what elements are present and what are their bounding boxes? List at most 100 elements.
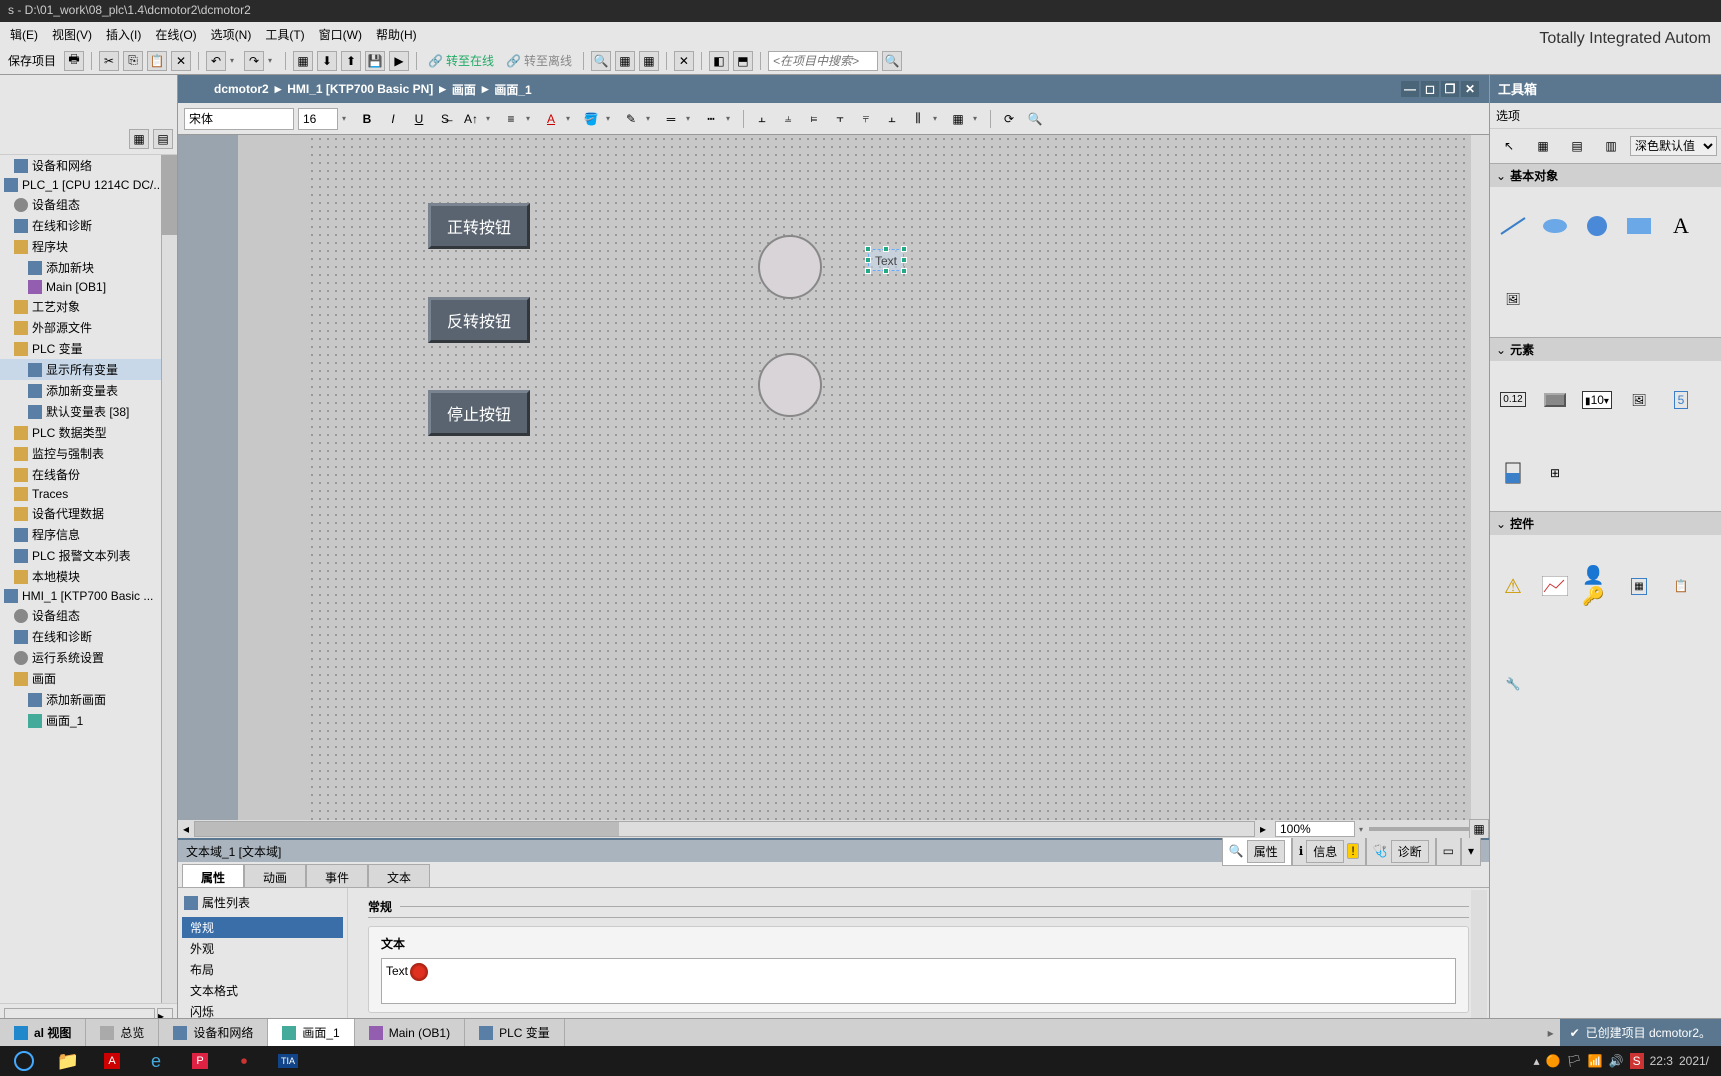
zoom-icon[interactable]: 🔍	[1024, 108, 1046, 130]
recipe-view-tool-icon[interactable]: 📋	[1666, 573, 1696, 599]
tree-online-diag[interactable]: 在线和诊断	[0, 215, 177, 236]
cross-ref-icon[interactable]: ▦	[639, 51, 659, 71]
upload-icon[interactable]: ⬆	[341, 51, 361, 71]
cat-textformat[interactable]: 文本格式	[182, 980, 343, 1001]
portal-view-tab[interactable]: al 视图	[0, 1019, 86, 1046]
breadcrumb-screens[interactable]: 画面	[452, 81, 476, 98]
pointer-tool-icon[interactable]: ↖	[1494, 133, 1524, 159]
cat-layout[interactable]: 布局	[182, 959, 343, 980]
hmi-reverse-button[interactable]: 反转按钮	[428, 297, 530, 343]
tree-add-screen[interactable]: 添加新画面	[0, 689, 177, 710]
screen1-tab[interactable]: 画面_1	[268, 1019, 354, 1046]
scroll-left-icon[interactable]: ◂	[178, 822, 194, 836]
cut-icon[interactable]: ✂	[99, 51, 119, 71]
tree-add-block[interactable]: 添加新块	[0, 257, 177, 278]
section-elements[interactable]: ⌄元素	[1490, 338, 1721, 361]
scroll-right-icon[interactable]: ▸	[1255, 822, 1271, 836]
menu-view[interactable]: 视图(V)	[46, 23, 98, 46]
design-canvas[interactable]: 正转按钮 反转按钮 停止按钮 Text	[178, 135, 1471, 820]
tree-show-all-tags[interactable]: 显示所有变量	[0, 359, 177, 380]
save-project-button[interactable]: 保存项目	[4, 52, 60, 69]
breadcrumb-project[interactable]: dcmotor2	[214, 82, 269, 96]
tree-online-backup[interactable]: 在线备份	[0, 464, 177, 485]
search-device-icon[interactable]: 🔍	[591, 51, 611, 71]
tree-main-ob1[interactable]: Main [OB1]	[0, 278, 177, 296]
html-view-tool-icon[interactable]: ▦	[1624, 573, 1654, 599]
tray-flag-icon[interactable]: 🏳	[1566, 1054, 1581, 1068]
canvas-scrollbar-v[interactable]	[1471, 135, 1489, 820]
hmi-circle-2[interactable]	[758, 353, 822, 417]
breadcrumb-screen1[interactable]: 画面_1	[494, 81, 531, 98]
dist-h-icon[interactable]: ⫼	[907, 108, 929, 130]
switch-tool-icon[interactable]: ⊞	[1540, 460, 1570, 486]
tree-program-blocks[interactable]: 程序块	[0, 236, 177, 257]
datetime-tool-icon[interactable]: 5	[1666, 387, 1696, 413]
text-tool-icon[interactable]: A	[1666, 213, 1696, 239]
project-search-input[interactable]	[768, 51, 878, 71]
hmi-forward-button[interactable]: 正转按钮	[428, 203, 530, 249]
cat-appearance[interactable]: 外观	[182, 938, 343, 959]
tray-sound-icon[interactable]: 🔊	[1609, 1054, 1624, 1068]
graphic-io-tool-icon[interactable]: 🖼	[1624, 387, 1654, 413]
user-view-tool-icon[interactable]: 👤🔑	[1582, 573, 1612, 599]
font-color-icon[interactable]: A	[540, 108, 562, 130]
tree-watch-force[interactable]: 监控与强制表	[0, 443, 177, 464]
menu-edit[interactable]: 辑(E)	[4, 23, 44, 46]
menu-insert[interactable]: 插入(I)	[100, 23, 147, 46]
tree-hmi1[interactable]: HMI_1 [KTP700 Basic ...	[0, 587, 177, 605]
rotate-icon[interactable]: ⟳	[998, 108, 1020, 130]
print-icon[interactable]: 🖶	[64, 51, 84, 71]
editor-restore-icon[interactable]: ❐	[1441, 81, 1459, 97]
order-icon[interactable]: ▦	[947, 108, 969, 130]
fit-icon[interactable]: ▦	[1469, 819, 1489, 838]
copy-icon[interactable]: ⎘	[123, 51, 143, 71]
tree-alarm-text[interactable]: PLC 报警文本列表	[0, 545, 177, 566]
tree-hmi-diag[interactable]: 在线和诊断	[0, 626, 177, 647]
strike-icon[interactable]: S̶	[434, 108, 456, 130]
menu-tools[interactable]: 工具(T)	[259, 23, 310, 46]
iofield-tool-icon[interactable]: 0.12	[1498, 387, 1528, 413]
tray-date[interactable]: 2021/	[1679, 1054, 1709, 1068]
close-x-icon[interactable]: ✕	[674, 51, 694, 71]
tree-view1-icon[interactable]: ▦	[129, 129, 149, 149]
download-icon[interactable]: ⬇	[317, 51, 337, 71]
redo-icon[interactable]: ↷	[244, 51, 264, 71]
tree-hmi-config[interactable]: 设备组态	[0, 605, 177, 626]
cat-general[interactable]: 常规	[182, 917, 343, 938]
tray-app-icon[interactable]: 🟠	[1546, 1054, 1561, 1068]
tree-tech-objects[interactable]: 工艺对象	[0, 296, 177, 317]
breadcrumb-hmi[interactable]: HMI_1 [KTP700 Basic PN]	[287, 82, 433, 96]
tree-default-tagtable[interactable]: 默认变量表 [38]	[0, 401, 177, 422]
bold-icon[interactable]: B	[356, 108, 378, 130]
button-tool-icon[interactable]	[1540, 387, 1570, 413]
menu-online[interactable]: 在线(O)	[149, 23, 202, 46]
editor-minimize-icon[interactable]: —	[1401, 81, 1419, 97]
accessible-icon[interactable]: ▦	[615, 51, 635, 71]
symiofield-tool-icon[interactable]: ▮10▾	[1582, 387, 1612, 413]
subtab-events[interactable]: 事件	[306, 864, 368, 887]
hmi-page[interactable]: 正转按钮 反转按钮 停止按钮 Text	[308, 135, 1471, 820]
search-go-icon[interactable]: 🔍	[882, 51, 902, 71]
tree-runtime-settings[interactable]: 运行系统设置	[0, 647, 177, 668]
system-diag-tool-icon[interactable]: 🔧	[1498, 671, 1528, 697]
tree-device-proxy[interactable]: 设备代理数据	[0, 503, 177, 524]
tray-network-icon[interactable]: 📶	[1588, 1054, 1603, 1068]
font-family-input[interactable]	[184, 108, 294, 130]
grid-tool-icon[interactable]: ▦	[1528, 133, 1558, 159]
layout-tool-icon[interactable]: ▤	[1562, 133, 1592, 159]
theme-select[interactable]: 深色默认值	[1630, 136, 1717, 156]
tia-icon[interactable]: TIA	[268, 1048, 308, 1074]
menu-options[interactable]: 选项(N)	[205, 23, 258, 46]
section-controls[interactable]: ⌄控件	[1490, 512, 1721, 535]
rect-tool-icon[interactable]	[1624, 213, 1654, 239]
tree-traces[interactable]: Traces	[0, 485, 177, 503]
plc-tags-tab[interactable]: PLC 变量	[465, 1019, 565, 1046]
tabs-scroll-icon[interactable]: ▸	[1542, 1026, 1560, 1040]
canvas-scrollbar-h[interactable]	[194, 821, 1255, 837]
subtab-animation[interactable]: 动画	[244, 864, 306, 887]
tree-add-tagtable[interactable]: 添加新变量表	[0, 380, 177, 401]
image-tool-icon[interactable]: 🖼	[1498, 286, 1528, 312]
ie-icon[interactable]: e	[136, 1048, 176, 1074]
recorder-icon[interactable]: ⏺	[224, 1048, 264, 1074]
compile-icon[interactable]: ▦	[293, 51, 313, 71]
